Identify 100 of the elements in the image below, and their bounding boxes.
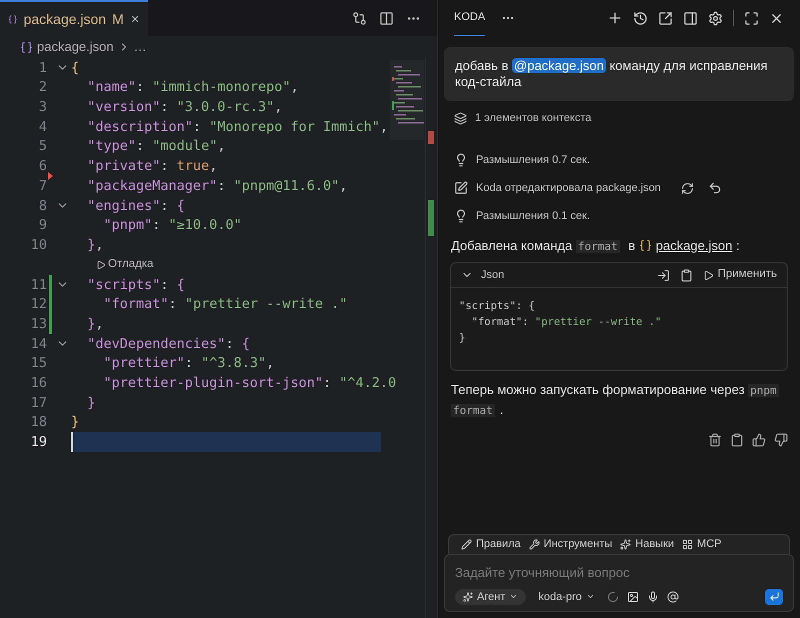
- compare-icon[interactable]: [352, 10, 367, 26]
- response-text: Теперь можно запускать форматирование через pnpm format .: [450, 381, 780, 419]
- code-token: :: [168, 295, 178, 314]
- code-token: {: [71, 58, 80, 78]
- line-number: 18: [30, 413, 47, 432]
- code-token: ,: [274, 98, 282, 118]
- code-token: "type": [86, 137, 136, 156]
- code-token: "module": [152, 137, 218, 156]
- lightbulb-icon: [454, 153, 468, 167]
- line-number: 4: [38, 118, 47, 137]
- send-button[interactable]: [765, 588, 783, 605]
- code-token: "packageManager": [86, 176, 218, 196]
- code-token: "Monorepo for Immich": [209, 118, 380, 137]
- code-token: "devDependencies": [86, 334, 226, 354]
- new-chat-icon[interactable]: [607, 10, 623, 26]
- line-number: 16: [30, 374, 47, 394]
- apply-button[interactable]: Применить: [702, 266, 777, 284]
- code-token: : {: [516, 300, 535, 312]
- line-number: 13: [30, 314, 47, 334]
- line-number: 1: [38, 58, 47, 78]
- copy-icon[interactable]: [730, 433, 744, 447]
- mention-tag[interactable]: @package.json: [512, 58, 606, 73]
- code-token: "scripts": [459, 300, 516, 312]
- code-token: :: [217, 176, 226, 196]
- code-token: :: [160, 276, 170, 295]
- code-token: "description": [86, 118, 193, 137]
- code-token: :: [136, 78, 146, 98]
- code-token: ,: [95, 236, 104, 255]
- mention-icon[interactable]: [666, 590, 679, 603]
- model-selector[interactable]: koda-pro: [538, 588, 595, 605]
- braces-icon: [20, 40, 33, 54]
- code-token: "format": [102, 295, 169, 314]
- code-token: "scripts": [86, 276, 160, 295]
- undo-icon[interactable]: [708, 181, 722, 195]
- code-token: :: [225, 334, 235, 354]
- context-count[interactable]: 1 элементов контекста: [475, 110, 592, 126]
- tool-chip[interactable]: Правила: [461, 536, 521, 553]
- open-external-icon[interactable]: [658, 10, 673, 26]
- code-token: {: [176, 276, 185, 295]
- delete-icon[interactable]: [708, 433, 722, 447]
- breadcrumb-item[interactable]: package.json: [37, 37, 114, 57]
- code-token: }: [86, 236, 96, 255]
- insert-icon[interactable]: [656, 268, 670, 282]
- settings-icon[interactable]: [708, 10, 723, 26]
- response-text: Добавлена команда format в package.json :: [450, 236, 741, 255]
- inline-code: format: [576, 240, 620, 252]
- refresh-icon[interactable]: [680, 182, 694, 194]
- code-token: :: [136, 137, 146, 156]
- step-label: Размышления 0.7 сек.: [476, 152, 590, 168]
- breadcrumb-item[interactable]: …: [134, 37, 147, 57]
- code-token: "engines": [86, 196, 160, 216]
- line-number: 7: [38, 176, 47, 196]
- panel-tab[interactable]: KODA: [454, 0, 486, 36]
- edit-icon: [454, 181, 468, 195]
- code-token: "version": [86, 98, 160, 118]
- code-token: :: [192, 118, 202, 137]
- line-number: 19: [30, 433, 47, 452]
- thumbs-down-icon[interactable]: [774, 433, 788, 447]
- inline-code: format: [451, 404, 495, 417]
- history-icon[interactable]: [633, 10, 648, 26]
- panel-toggle-icon[interactable]: [683, 10, 698, 26]
- code-token: :: [184, 354, 194, 374]
- scrollbar-change-marker: [428, 200, 434, 236]
- line-number: 11: [30, 276, 47, 295]
- loading-icon: [606, 590, 619, 603]
- code-token: "prettier --write .": [534, 316, 662, 328]
- step-label: Размышления 0.1 сек.: [476, 208, 590, 224]
- tab-title: package.json: [24, 10, 106, 29]
- code-token: {: [242, 334, 250, 354]
- code-token: ,: [290, 78, 299, 98]
- line-number: 12: [30, 295, 47, 314]
- line-number: 2: [38, 78, 47, 98]
- copy-icon[interactable]: [680, 268, 693, 282]
- enter-icon: [768, 591, 780, 602]
- file-link[interactable]: package.json: [656, 238, 732, 252]
- play-icon: [96, 260, 106, 270]
- code-token: }: [86, 314, 96, 334]
- line-number: 10: [30, 236, 47, 255]
- question-field[interactable]: Задайте уточняющий вопрос Агент koda-pro: [444, 554, 794, 612]
- code-token: :: [160, 157, 170, 176]
- line-number: 6: [38, 157, 47, 176]
- step-label: Koda отредактировала package.json: [476, 180, 661, 196]
- codelens-link[interactable]: Отладка: [96, 256, 154, 274]
- maximize-icon[interactable]: [744, 10, 759, 26]
- editor-tab[interactable]: package.json M: [0, 0, 148, 36]
- line-number: 5: [38, 137, 47, 156]
- tool-chip[interactable]: Инструменты: [528, 536, 612, 553]
- thumbs-up-icon[interactable]: [752, 433, 766, 447]
- tool-chip[interactable]: MCP: [682, 536, 722, 553]
- code-token: "≥10.0.0": [168, 216, 242, 236]
- mode-selector[interactable]: Агент: [455, 588, 526, 605]
- microphone-icon[interactable]: [646, 590, 659, 603]
- code-token: "pnpm@11.6.0": [234, 176, 340, 196]
- split-editor-icon[interactable]: [379, 10, 394, 26]
- code-token: :: [160, 98, 170, 118]
- sparkles-icon: [463, 592, 473, 602]
- image-icon[interactable]: [626, 590, 639, 603]
- tool-chip[interactable]: Навыки: [620, 536, 674, 553]
- code-token: "^4.2.0: [339, 374, 396, 394]
- code-token: "name": [86, 78, 136, 98]
